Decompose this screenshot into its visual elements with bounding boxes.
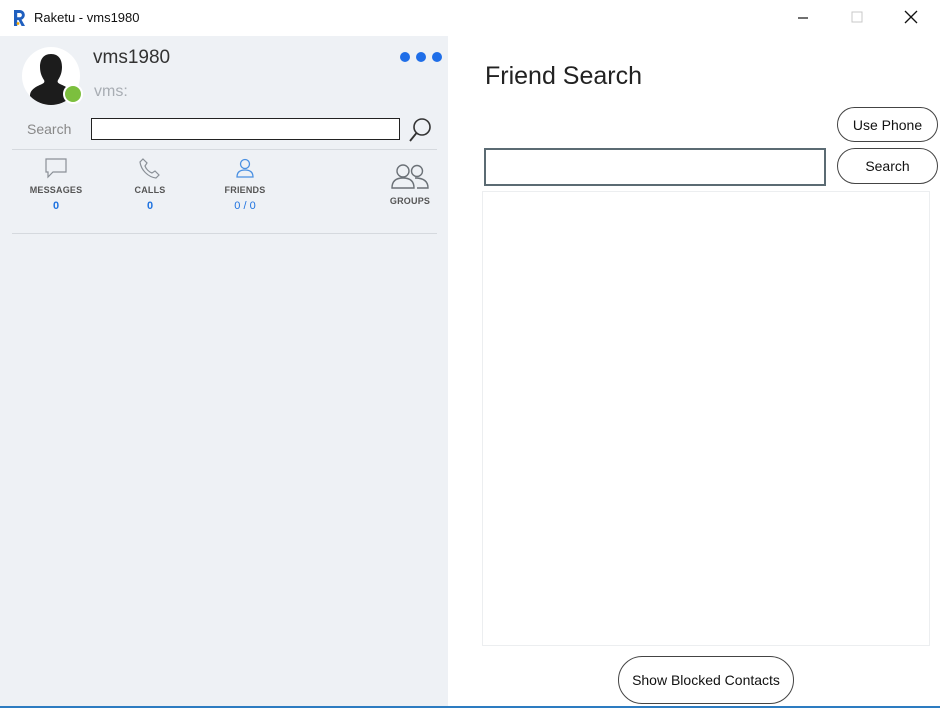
friend-search-input[interactable] (484, 148, 826, 186)
close-icon (904, 10, 918, 24)
tab-count: 0 (52, 200, 60, 212)
online-status-dot (63, 84, 83, 104)
tab-label: FRIENDS (224, 185, 266, 195)
status-message[interactable]: vms: (94, 83, 128, 101)
search-label: Search (27, 121, 72, 137)
raketu-logo-icon (14, 10, 25, 26)
username: vms1980 (93, 47, 171, 68)
group-icon (391, 164, 429, 189)
contacts-search-input[interactable] (91, 118, 400, 140)
close-button[interactable] (888, 0, 934, 34)
tab-calls[interactable]: CALLS 0 (105, 157, 195, 212)
use-phone-button[interactable]: Use Phone (837, 107, 938, 142)
tab-label: MESSAGES (29, 185, 83, 195)
more-dots-icon[interactable] (400, 52, 442, 64)
search-icon[interactable] (407, 116, 433, 144)
dot (416, 52, 426, 62)
minimize-icon (798, 17, 808, 19)
window-bottom-border (0, 706, 940, 708)
phone-icon (139, 158, 160, 179)
left-panel: vms1980 vms: Search MESSAGES 0 CALLS 0 F… (0, 36, 448, 706)
show-blocked-contacts-button[interactable]: Show Blocked Contacts (618, 656, 794, 704)
tab-groups[interactable]: GROUPS (365, 162, 455, 206)
title-bar: Raketu - vms1980 (0, 0, 940, 36)
tab-messages[interactable]: MESSAGES 0 (11, 157, 101, 212)
tab-label: GROUPS (389, 196, 431, 206)
dot (432, 52, 442, 62)
search-results-list[interactable] (482, 191, 930, 646)
tab-count: 0 (146, 200, 154, 212)
minimize-button[interactable] (780, 0, 826, 34)
person-icon (236, 158, 254, 178)
window-title: Raketu - vms1980 (34, 10, 140, 25)
tab-count: 0 / 0 (234, 200, 256, 212)
page-title: Friend Search (485, 62, 643, 90)
dot (400, 52, 410, 62)
divider (12, 149, 437, 150)
tab-friends[interactable]: FRIENDS 0 / 0 (200, 157, 290, 212)
tab-label: CALLS (134, 185, 166, 195)
message-icon (45, 158, 67, 179)
maximize-icon (851, 11, 863, 23)
maximize-button[interactable] (834, 0, 880, 34)
search-button[interactable]: Search (837, 148, 938, 184)
divider (12, 233, 437, 234)
friend-search-panel: Friend Search Use Phone Search Show Bloc… (448, 36, 940, 706)
